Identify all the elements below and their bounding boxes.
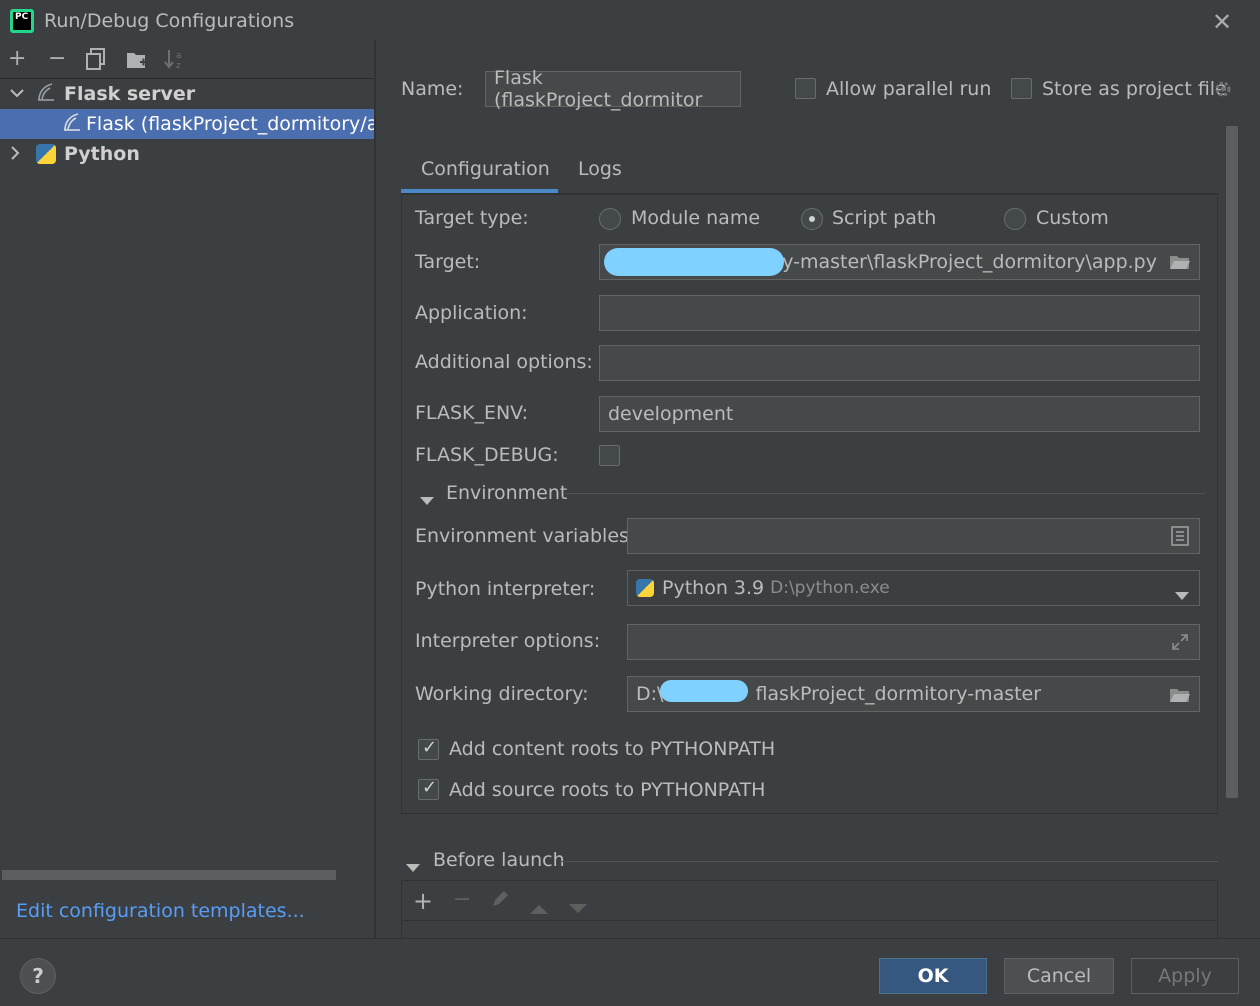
tree-group-label: Python xyxy=(64,143,140,165)
before-launch-separator xyxy=(560,861,1218,862)
interpreter-options-label: Interpreter options: xyxy=(415,630,601,652)
chevron-right-icon[interactable] xyxy=(10,143,24,165)
edit-templates-link[interactable]: Edit configuration templates... xyxy=(16,900,305,922)
before-launch-label[interactable]: Before launch xyxy=(433,849,565,871)
source-roots-label: Add source roots to PYTHONPATH xyxy=(449,779,766,801)
before-launch-list xyxy=(401,920,1218,940)
environment-separator xyxy=(565,493,1205,494)
interpreter-label: Python interpreter: xyxy=(415,578,596,600)
tree-group-python[interactable]: Python xyxy=(0,139,374,169)
module-name-label: Module name xyxy=(631,207,761,229)
env-vars-input[interactable] xyxy=(627,518,1200,554)
add-task-icon[interactable]: + xyxy=(413,887,433,915)
configuration-panel xyxy=(401,194,1218,814)
workdir-prefix: D:\ xyxy=(636,683,664,705)
tree-group-flask-server[interactable]: Flask server xyxy=(0,79,374,109)
sort-configurations-icon: az xyxy=(164,48,186,74)
env-vars-label: Environment variables: xyxy=(415,525,636,547)
configuration-tree: Flask server Flask (flaskProject_dormito… xyxy=(0,78,374,938)
tree-group-label: Flask server xyxy=(64,83,196,105)
interpreter-name: Python 3.9 xyxy=(662,577,765,599)
remove-task-icon: − xyxy=(453,887,472,912)
tree-item-flask-config[interactable]: Flask (flaskProject_dormitory/app xyxy=(0,109,374,139)
remove-configuration-button[interactable]: − xyxy=(48,46,66,71)
working-directory-label: Working directory: xyxy=(415,683,589,705)
window-title: Run/Debug Configurations xyxy=(44,10,295,32)
flask-env-label: FLASK_ENV: xyxy=(415,402,529,424)
script-path-label: Script path xyxy=(832,207,937,229)
dropdown-arrow-icon[interactable] xyxy=(1175,585,1189,606)
tab-logs[interactable]: Logs xyxy=(578,158,622,180)
before-launch-toolbar: + − xyxy=(401,880,1218,920)
target-label: Target: xyxy=(415,251,481,273)
close-icon[interactable]: ✕ xyxy=(1212,8,1232,36)
copy-configuration-icon[interactable] xyxy=(86,48,106,75)
application-label: Application: xyxy=(415,302,528,324)
custom-label: Custom xyxy=(1036,207,1109,229)
flask-icon xyxy=(62,112,82,137)
module-name-radio[interactable] xyxy=(599,208,621,230)
application-input[interactable] xyxy=(599,295,1200,331)
folder-open-icon[interactable] xyxy=(1169,686,1191,709)
add-configuration-button[interactable]: + xyxy=(8,46,26,71)
move-down-icon xyxy=(569,895,587,919)
allow-parallel-label: Allow parallel run xyxy=(826,78,992,100)
custom-radio[interactable] xyxy=(1004,208,1026,230)
flask-debug-label: FLASK_DEBUG: xyxy=(415,444,559,466)
redaction-mark xyxy=(660,680,748,702)
additional-options-label: Additional options: xyxy=(415,351,593,373)
panel-splitter[interactable] xyxy=(374,40,376,940)
python-icon xyxy=(636,579,654,597)
content-roots-checkbox[interactable] xyxy=(418,737,439,760)
flask-debug-checkbox[interactable] xyxy=(599,445,620,466)
move-up-icon xyxy=(530,895,548,919)
tab-separator xyxy=(401,193,1218,194)
ok-button[interactable]: OK xyxy=(879,958,987,994)
expand-icon[interactable] xyxy=(1171,633,1189,656)
interpreter-select[interactable]: Python 3.9 D:\python.exe xyxy=(627,570,1200,606)
workdir-suffix: flaskProject_dormitory-master xyxy=(755,683,1042,705)
tree-horizontal-scrollbar[interactable] xyxy=(2,870,336,880)
name-label: Name: xyxy=(401,78,464,100)
gear-icon[interactable] xyxy=(1213,79,1233,104)
chevron-down-icon[interactable] xyxy=(10,86,24,102)
environment-section-label[interactable]: Environment xyxy=(446,482,567,504)
tab-configuration[interactable]: Configuration xyxy=(421,158,550,180)
interpreter-path: D:\python.exe xyxy=(770,578,890,598)
source-roots-checkbox[interactable] xyxy=(418,777,439,800)
apply-button[interactable]: Apply xyxy=(1131,958,1239,994)
target-type-label: Target type: xyxy=(415,207,529,229)
pycharm-app-icon: PC xyxy=(10,9,34,33)
content-roots-label: Add content roots to PYTHONPATH xyxy=(449,738,776,760)
python-icon xyxy=(36,144,56,164)
redaction-mark xyxy=(604,248,784,276)
vertical-scrollbar[interactable] xyxy=(1226,126,1238,798)
interpreter-options-input[interactable] xyxy=(627,624,1200,660)
flask-env-input[interactable]: development xyxy=(599,396,1200,432)
store-project-label: Store as project file xyxy=(1042,78,1227,100)
target-value: itory-master\flaskProject_dormitory\app.… xyxy=(750,251,1157,273)
folder-open-icon[interactable] xyxy=(1169,253,1191,276)
triangle-down-icon[interactable] xyxy=(406,856,420,877)
name-input[interactable]: Flask (flaskProject_dormitor xyxy=(485,67,741,111)
additional-options-input[interactable] xyxy=(599,345,1200,381)
store-project-checkbox[interactable] xyxy=(1011,78,1032,99)
flask-icon xyxy=(36,82,56,107)
help-button[interactable]: ? xyxy=(20,958,56,994)
triangle-down-icon[interactable] xyxy=(420,489,434,510)
pencil-icon xyxy=(490,889,510,914)
cancel-button[interactable]: Cancel xyxy=(1004,958,1114,994)
edit-list-icon[interactable] xyxy=(1171,526,1189,551)
allow-parallel-checkbox[interactable] xyxy=(795,78,816,99)
tree-item-label: Flask (flaskProject_dormitory/app xyxy=(86,113,374,135)
svg-text:z: z xyxy=(176,61,181,70)
script-path-radio[interactable] xyxy=(801,208,823,230)
title-bar: PC Run/Debug Configurations ✕ xyxy=(0,0,1260,44)
svg-text:a: a xyxy=(176,51,182,61)
move-to-folder-icon[interactable] xyxy=(126,50,148,76)
